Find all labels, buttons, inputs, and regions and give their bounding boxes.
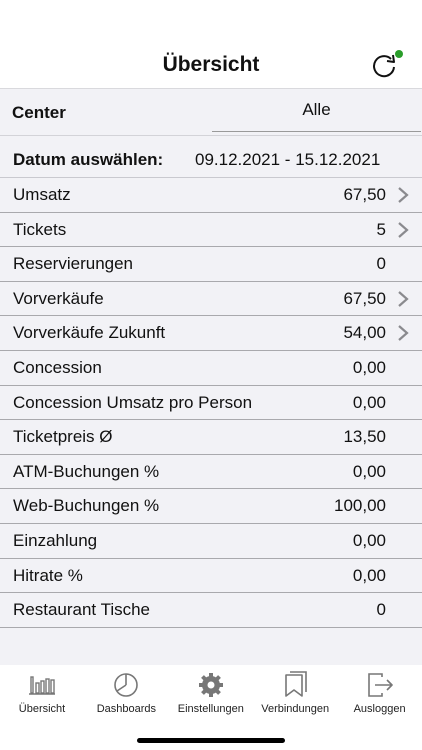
list-item: Restaurant Tische 0	[0, 593, 422, 628]
list-item: Hitrate % 0,00	[0, 558, 422, 594]
list-item-value: 0,00	[352, 392, 386, 412]
list-item-label: ATM-Buchungen %	[13, 461, 160, 481]
gear-icon	[198, 673, 223, 697]
overview-content: Center Alle Datum auswählen: 09.12.2021 …	[0, 89, 422, 665]
bookmarks-icon	[285, 671, 307, 697]
logout-icon	[367, 673, 393, 697]
list-item-label: Umsatz	[13, 185, 71, 204]
chevron-right-icon	[398, 325, 409, 342]
list-item-label: Reservierungen	[13, 254, 134, 274]
list-item-value: 54,00	[343, 323, 386, 343]
list-item-label: Hitrate %	[13, 565, 83, 585]
list-item-value: 0	[376, 254, 386, 274]
list-item-value: 0,00	[352, 357, 386, 377]
connection-status-dot	[395, 50, 403, 58]
center-select[interactable]: Alle	[212, 89, 421, 132]
tab-label: Einstellungen	[177, 703, 244, 715]
header: Übersicht	[0, 0, 422, 89]
list-item-label: Concession	[13, 357, 102, 377]
list-item-label: Concession Umsatz pro Person	[13, 392, 253, 412]
list-item-value: 67,50	[343, 288, 386, 308]
list-item-value: 100,00	[334, 496, 386, 516]
list-item-value: 0,00	[352, 530, 386, 550]
list-item-label: Vorverkäufe	[13, 288, 104, 308]
tab-label: Dashboards	[96, 703, 157, 715]
list-item-value: 0,00	[352, 461, 386, 481]
kpi-list: Umsatz 67,50 Tickets 5 Reservierungen 0 Vorver…	[0, 177, 422, 628]
home-indicator	[137, 738, 285, 743]
list-item[interactable]: Vorverkäufe 67,50	[0, 281, 422, 317]
list-item: Concession Umsatz pro Person 0,00	[0, 385, 422, 421]
tab-ausloggen[interactable]: Ausloggen	[338, 671, 422, 715]
list-item-value: 0,00	[352, 565, 386, 585]
list-item: ATM-Buchungen % 0,00	[0, 454, 422, 490]
tab-label: Ausloggen	[353, 703, 406, 715]
list-item-label: Ticketpreis Ø	[13, 427, 113, 447]
date-label: Datum auswählen:	[13, 150, 164, 169]
list-item-label: Restaurant Tische	[13, 600, 151, 620]
refresh-button[interactable]	[369, 50, 403, 80]
list-item-label: Web-Buchungen %	[13, 496, 160, 516]
date-picker-row[interactable]: Datum auswählen: 09.12.2021 - 15.12.2021	[0, 145, 422, 175]
list-item: Web-Buchungen % 100,00	[0, 489, 422, 524]
center-row: Center Alle	[0, 89, 422, 136]
tab-einstellungen[interactable]: Einstellungen	[169, 671, 253, 715]
list-item: Reservierungen 0	[0, 247, 422, 282]
chevron-right-icon	[398, 290, 409, 307]
tab-label: Verbindungen	[261, 703, 330, 715]
list-item-value: 67,50	[343, 185, 386, 204]
list-item[interactable]: Umsatz 67,50	[0, 178, 422, 213]
pie-chart-icon	[114, 673, 139, 697]
list-item: Ticketpreis Ø 13,50	[0, 420, 422, 455]
list-item-label: Tickets	[13, 219, 67, 239]
tab-label: Übersicht	[18, 703, 66, 715]
date-range-value[interactable]: 09.12.2021 - 15.12.2021	[195, 150, 380, 170]
center-label: Center	[12, 103, 66, 122]
page-title: Übersicht	[162, 53, 260, 76]
list-item-value: 0	[376, 600, 386, 620]
list-item-label: Vorverkäufe Zukunft	[13, 323, 166, 343]
tab--bersicht[interactable]: Übersicht	[0, 671, 84, 715]
list-item-value: 5	[376, 219, 386, 239]
tab-verbindungen[interactable]: Verbindungen	[253, 671, 337, 715]
bar-chart-icon	[29, 676, 55, 695]
chevron-right-icon	[398, 221, 409, 238]
tab-dashboards[interactable]: Dashboards	[84, 671, 168, 715]
list-item-label: Einzahlung	[13, 530, 98, 550]
list-item: Concession 0,00	[0, 350, 422, 386]
list-item[interactable]: Vorverkäufe Zukunft 54,00	[0, 316, 422, 351]
list-item: Einzahlung 0,00	[0, 523, 422, 559]
list-item[interactable]: Tickets 5	[0, 212, 422, 248]
list-item-value: 13,50	[343, 427, 386, 447]
chevron-right-icon	[398, 187, 409, 203]
